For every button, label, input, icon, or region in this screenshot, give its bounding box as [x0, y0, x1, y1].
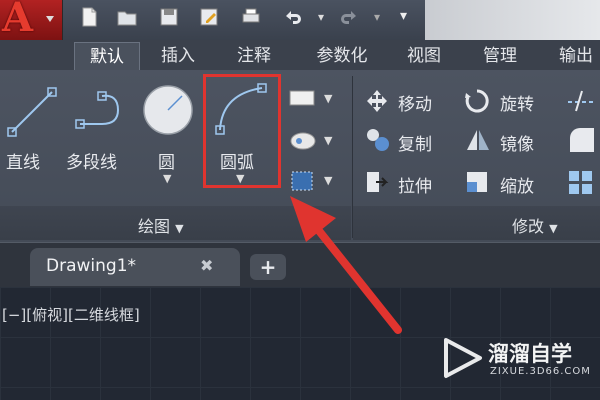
- rotate-icon[interactable]: [464, 88, 490, 114]
- boundary-dropdown-icon[interactable]: ▼: [324, 174, 332, 187]
- circle-tool-label[interactable]: 圆: [158, 148, 175, 173]
- autocad-logo: A: [2, 0, 34, 41]
- tab-manage[interactable]: 管理: [472, 42, 528, 70]
- line-tool-label[interactable]: 直线: [6, 148, 40, 173]
- redo-dropdown-icon[interactable]: ▾: [374, 10, 380, 24]
- print-icon[interactable]: [240, 6, 262, 28]
- chevron-down-icon: ▼: [175, 222, 184, 235]
- tab-annotate[interactable]: 注释: [226, 42, 282, 70]
- tab-output[interactable]: 输出: [548, 42, 600, 70]
- tab-view[interactable]: 视图: [396, 42, 452, 70]
- title-bar-area: [425, 0, 600, 40]
- tab-insert[interactable]: 插入: [150, 42, 206, 70]
- scale-tool-label[interactable]: 缩放: [500, 172, 534, 197]
- arc-highlight-box: [203, 74, 281, 188]
- rectangle-icon[interactable]: [288, 88, 318, 108]
- chevron-down-icon: [46, 16, 54, 22]
- redo-icon[interactable]: [338, 6, 360, 28]
- customize-dropdown-icon[interactable]: ▾: [400, 8, 407, 24]
- modify-panel-title[interactable]: 修改 ▼: [512, 213, 558, 237]
- open-folder-icon[interactable]: [116, 6, 138, 28]
- copy-tool-label[interactable]: 复制: [398, 130, 432, 155]
- watermark-name: 溜溜自学: [488, 342, 572, 366]
- hatch-icon[interactable]: [288, 130, 318, 152]
- close-icon[interactable]: ✖: [200, 256, 213, 275]
- play-logo-icon: [444, 338, 482, 378]
- move-icon[interactable]: [364, 88, 390, 114]
- copy-icon[interactable]: [364, 126, 392, 154]
- mirror-tool-label[interactable]: 镜像: [500, 130, 534, 155]
- viewport-controls[interactable]: [−][俯视][二维线框]: [2, 304, 140, 325]
- file-tab-label[interactable]: Drawing1*: [46, 256, 136, 276]
- draw-panel-title[interactable]: 绘图 ▼: [138, 213, 184, 237]
- scale-icon[interactable]: [464, 168, 490, 196]
- chevron-down-icon: ▼: [549, 222, 558, 235]
- line-icon[interactable]: [4, 84, 60, 140]
- rotate-tool-label[interactable]: 旋转: [500, 90, 534, 115]
- tab-parametric[interactable]: 参数化: [302, 42, 382, 70]
- application-menu-button[interactable]: A: [0, 0, 63, 41]
- undo-icon[interactable]: [282, 6, 304, 28]
- rectangle-dropdown-icon[interactable]: ▼: [324, 92, 332, 105]
- annotation-arrow: [290, 196, 402, 334]
- array-icon[interactable]: [566, 168, 596, 196]
- save-as-icon[interactable]: [198, 6, 220, 28]
- watermark: 溜溜自学 ZIXUE.3D66.COM: [440, 336, 600, 392]
- polyline-tool-label[interactable]: 多段线: [66, 148, 117, 173]
- fillet-icon[interactable]: [566, 126, 596, 154]
- move-tool-label[interactable]: 移动: [398, 90, 432, 115]
- polyline-icon[interactable]: [72, 84, 132, 140]
- watermark-url: ZIXUE.3D66.COM: [490, 366, 591, 377]
- circle-dropdown-icon[interactable]: ▼: [163, 172, 171, 185]
- undo-dropdown-icon[interactable]: ▾: [318, 10, 324, 24]
- tab-default[interactable]: 默认: [74, 42, 140, 71]
- circle-icon[interactable]: [140, 82, 196, 138]
- save-icon[interactable]: [158, 6, 180, 28]
- new-file-icon[interactable]: [78, 6, 100, 28]
- trim-icon[interactable]: [566, 88, 596, 114]
- hatch-dropdown-icon[interactable]: ▼: [324, 134, 332, 147]
- mirror-icon[interactable]: [464, 126, 492, 154]
